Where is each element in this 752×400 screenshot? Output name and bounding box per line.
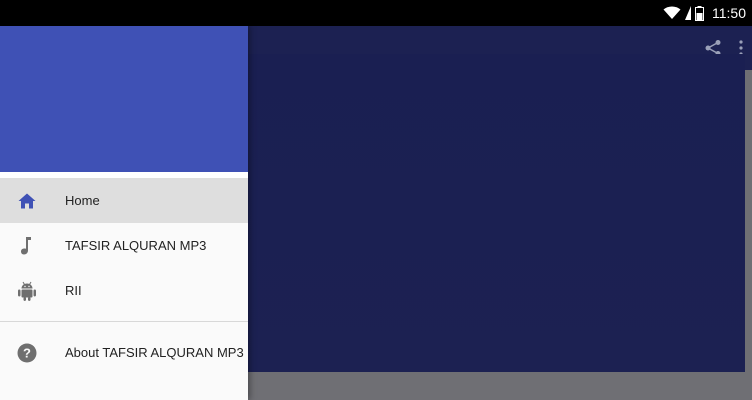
drawer-item-label: TAFSIR ALQURAN MP3 [65, 238, 207, 253]
navigation-drawer: Home TAFSIR ALQURAN MP3 RII ? About TAFS… [0, 26, 248, 400]
drawer-item-label: Home [65, 193, 100, 208]
signal-icon [685, 6, 691, 20]
drawer-divider [0, 321, 248, 322]
drawer-item-home[interactable]: Home [0, 178, 248, 223]
svg-text:?: ? [23, 345, 31, 360]
android-icon [16, 280, 38, 302]
drawer-item-tafsir[interactable]: TAFSIR ALQURAN MP3 [0, 223, 248, 268]
help-icon: ? [16, 342, 38, 364]
drawer-item-label: About TAFSIR ALQURAN MP3 [65, 345, 244, 360]
music-note-icon [16, 235, 38, 257]
status-clock: 11:50 [712, 5, 746, 21]
battery-icon [695, 5, 704, 21]
drawer-item-about[interactable]: ? About TAFSIR ALQURAN MP3 [0, 330, 248, 375]
drawer-item-label: RII [65, 283, 82, 298]
drawer-item-rii[interactable]: RII [0, 268, 248, 313]
status-bar: 11:50 [0, 0, 752, 26]
home-icon [16, 190, 38, 212]
wifi-icon [663, 6, 681, 19]
content-area [248, 54, 745, 372]
drawer-header [0, 26, 248, 172]
